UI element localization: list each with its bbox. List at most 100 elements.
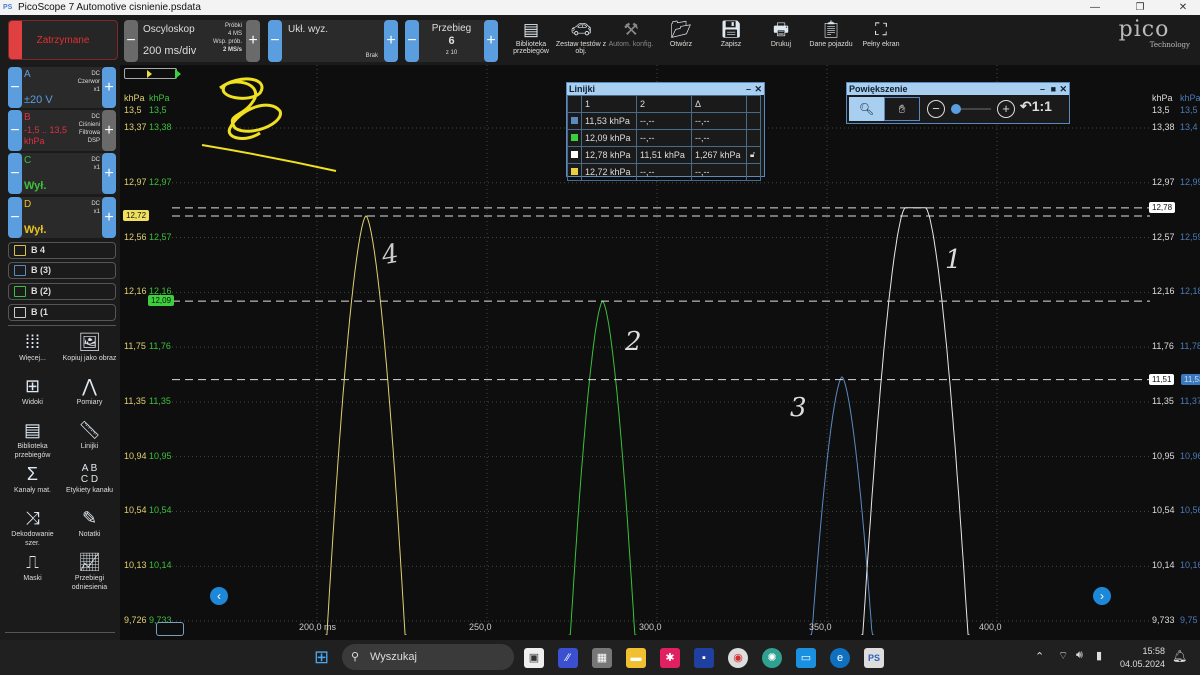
run-stop-button[interactable]: Zatrzymane [8,20,118,60]
serial-decoding-button[interactable]: ⤨ Dekodowanie szer. [5,506,60,548]
channel-d-card[interactable]: − D DC x1 Wył. + [8,197,116,238]
fullscreen-button[interactable]: ⛶ Pełny ekran [853,19,909,48]
app-icon[interactable]: ✱ [660,648,680,668]
reference-b1-button[interactable]: B (1 [8,304,116,321]
timebase-increase-button[interactable]: + [246,20,260,62]
zoom-tool-button[interactable]: 🔍︎ [849,97,884,121]
app-icon[interactable]: ✺ [762,648,782,668]
maximize-panel-button[interactable]: ■ [1051,83,1056,95]
channel-a-decrease-button[interactable]: − [8,67,22,108]
zoom-slider[interactable] [951,104,991,114]
reference-b3-button[interactable]: B (3) [8,262,116,279]
ruler-row[interactable]: 11,53 khPa --,-- --,-- [567,112,761,130]
zoom-reset-button[interactable]: ↶1:1 [1020,98,1052,115]
masks-button[interactable]: ⎍ Maski [5,550,60,583]
scroll-right-button[interactable]: › [1093,587,1111,605]
copy-image-button[interactable]: 🖼︎ Kopiuj jako obraz [62,330,117,363]
app-icon[interactable]: ⁄⁄ [558,648,578,668]
channel-b-decrease-button[interactable]: − [8,110,22,151]
file-explorer-icon[interactable]: ▬ [626,648,646,668]
waveform-next-button[interactable]: + [484,20,498,62]
channel-a-card[interactable]: − A DC Czerwor x1 ±20 V + [8,67,116,108]
library-button[interactable]: ▤ Biblioteka przebiegów [503,19,559,55]
ruler-row[interactable]: 12,72 khPa --,-- --,-- [567,163,761,181]
reference-b4-button[interactable]: B 4 [8,242,116,259]
channel-b-card[interactable]: − B -1,5 .. 13,5 khPa DC Ciśnieni Filtrowa D… [8,110,116,151]
channel-c-increase-button[interactable]: + [102,153,116,194]
store-icon[interactable]: ▣ [524,648,544,668]
pan-tool-button[interactable]: ✋︎ [884,97,920,121]
measurements-button[interactable]: ⋀ Pomiary [62,374,117,407]
print-button[interactable]: 🖶 Drukuj [753,19,809,48]
notifications-icon[interactable]: 🔔︎ [1172,649,1187,663]
channel-a-increase-button[interactable]: + [102,67,116,108]
channel-b-increase-button[interactable]: + [102,110,116,151]
zoom-slider-thumb[interactable] [951,104,961,114]
reference-b2-button[interactable]: B (2) [8,283,116,300]
zoom-out-button[interactable]: − [927,100,945,118]
zoom-in-button[interactable]: + [997,100,1015,118]
timebase-value[interactable]: 200 ms/div [143,45,196,57]
channel-c-decrease-button[interactable]: − [8,153,22,194]
scope-mode-label[interactable]: Oscyloskop [143,24,195,35]
rulers-panel[interactable]: Linijki – ✕ 12Δ 11,53 khPa --,-- --,-- 12,… [566,82,765,181]
lock-icon[interactable]: 🔓︎ [746,146,761,164]
auto-setup-button[interactable]: ⚒ Autom. konfig. [603,19,659,48]
ruler-handle-3[interactable]: 11,51 [1149,373,1175,385]
vehicle-data-button[interactable]: 📋︎ Dane pojazdu [803,19,859,48]
trigger-decrease-button[interactable]: − [268,20,282,62]
notes-button[interactable]: ✎ Notatki [62,506,117,539]
ruler-handle-2[interactable]: 12,09 [148,295,175,307]
channel-d-increase-button[interactable]: + [102,197,116,238]
calculator-icon[interactable]: ▦ [592,648,612,668]
waveform-prev-button[interactable]: − [405,20,419,62]
time-ruler-handle[interactable] [124,68,181,79]
minimize-panel-button[interactable]: – [1040,83,1045,95]
clock[interactable]: 15:58 04.05.2024 [1115,645,1165,671]
scroll-left-button[interactable]: ‹ [210,587,228,605]
edge-icon[interactable]: e [830,648,850,668]
minimize-panel-button[interactable]: – [746,83,751,95]
test-set-button[interactable]: 🚗︎ Zestaw testów z obj. [553,19,609,55]
ruler-handle-0[interactable]: 12,78 [1149,201,1176,213]
zoom-overview-handle[interactable] [156,622,184,636]
remote-desktop-icon[interactable]: ▭ [796,648,816,668]
search-box[interactable]: ⚲ Wyszukaj [342,644,514,670]
ruler-row[interactable]: 12,78 khPa 11,51 khPa 1,267 khPa 🔓︎ [567,146,761,164]
trigger-label[interactable]: Ukł. wyz. [288,24,328,35]
trigger-increase-button[interactable]: + [384,20,398,62]
picoscope-taskbar-icon[interactable]: PS [864,648,884,668]
volume-icon[interactable]: 🔊︎ [1076,649,1083,662]
rulers-button[interactable]: 📏︎ Linijki [62,418,117,451]
zoom-panel[interactable]: Powiększenie – ■ ✕ 🔍︎ ✋︎ − + ↶1:1 [846,82,1070,124]
library-side-button[interactable]: ▤ Biblioteka przebiegów [5,418,60,460]
reference-waveforms-button[interactable]: 📈︎ Przebiegi odniesienia [62,550,117,592]
scope-view[interactable]: 12,7812,7212,0911,5111,53khPa13,513,3712… [120,65,1200,636]
math-channels-button[interactable]: Σ Kanały mat. [5,462,60,495]
ruler-row[interactable]: 12,09 khPa --,-- --,-- [567,129,761,147]
save-button[interactable]: 💾︎ Zapisz [703,19,759,48]
samples-value[interactable]: 4 MS [213,30,242,38]
tray-overflow-icon[interactable]: ⌃ [1035,650,1044,663]
close-panel-button[interactable]: ✕ [754,83,762,95]
wifi-icon[interactable]: ⌔ [1058,649,1068,663]
floppy-icon[interactable]: ▪ [694,648,714,668]
timebase-decrease-button[interactable]: − [124,20,138,62]
start-button[interactable]: ⊞ [314,648,332,666]
ruler-handle-1[interactable]: 12,72 [123,209,150,221]
views-button[interactable]: ⊞ Widoki [5,374,60,407]
minimize-button[interactable]: — [1080,0,1110,15]
channel-d-decrease-button[interactable]: − [8,197,22,238]
open-button[interactable]: 📂︎ Otwórz [653,19,709,48]
close-button[interactable]: ✕ [1168,0,1198,15]
more-button[interactable]: ⁞⁞⁞ Więcej... [5,330,60,363]
waveform-current[interactable]: 6 [419,35,484,47]
battery-icon[interactable]: ▮ [1096,649,1102,662]
rate-value[interactable]: 2 MS/s [213,46,242,54]
channel-labels-button[interactable]: A BC D Etykiety kanału [62,462,117,495]
channel-c-card[interactable]: − C DC x1 Wył. + [8,153,116,194]
trigger-value[interactable]: Brak [366,53,378,59]
maximize-button[interactable]: ❐ [1125,0,1155,15]
close-panel-button[interactable]: ✕ [1059,83,1067,95]
chrome-icon[interactable]: ◉ [728,648,748,668]
